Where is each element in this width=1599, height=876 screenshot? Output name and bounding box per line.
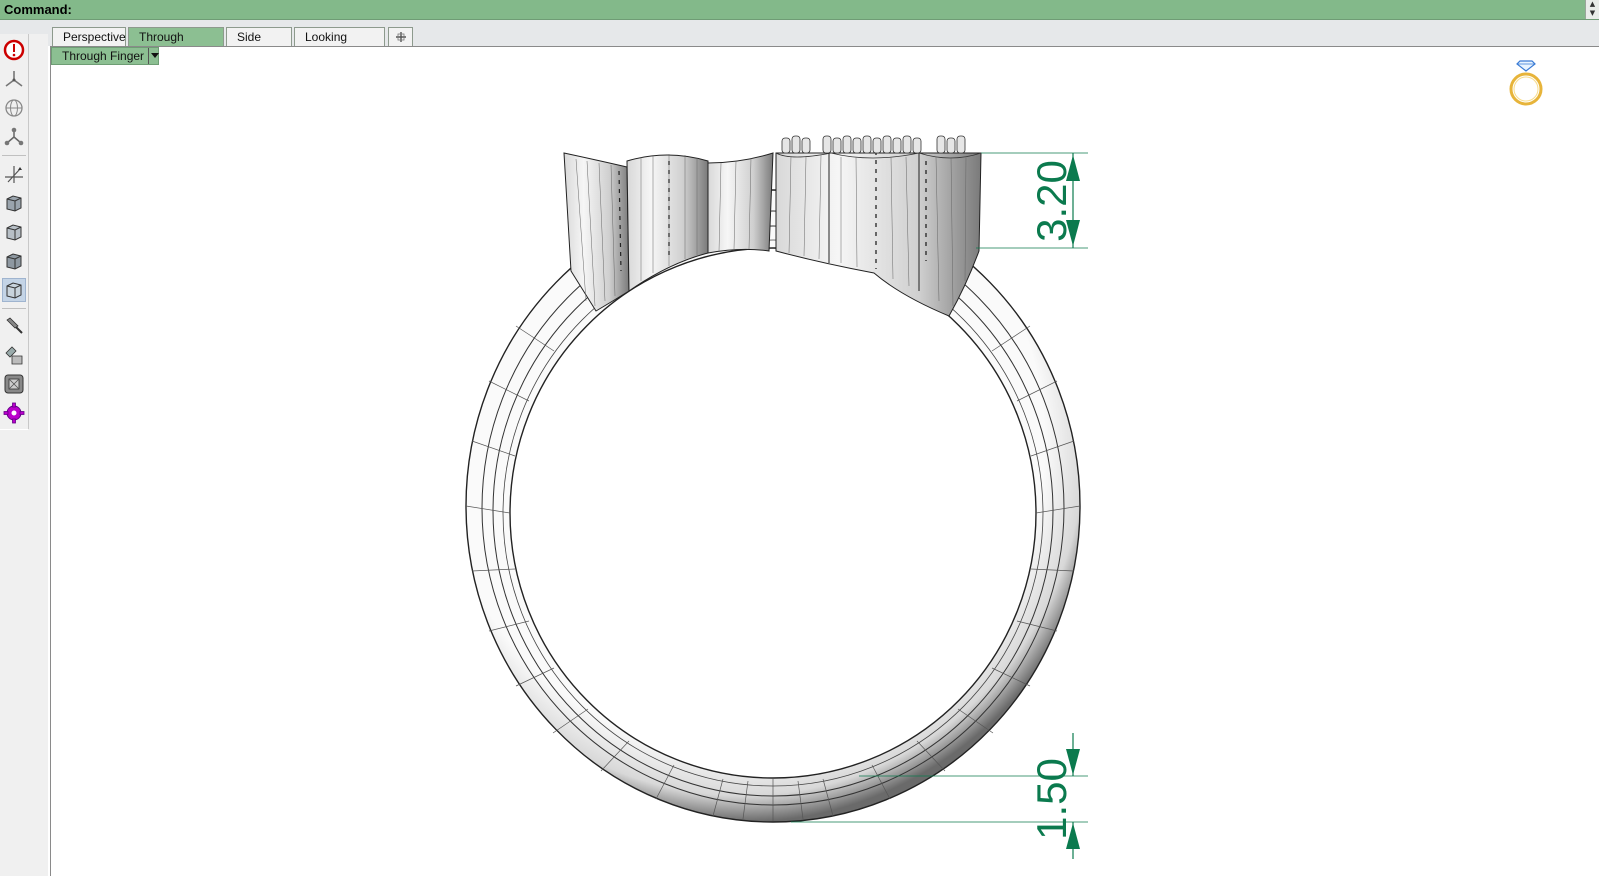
node-graph-icon [4,127,24,146]
info-tool-button[interactable] [2,38,26,62]
dimension-label-bottom: 1.50 [1028,758,1075,840]
transform-tool-button[interactable] [2,162,26,186]
cube-view-1-icon [6,195,22,212]
viewport-through-finger[interactable]: 3.20 1.50 Through Finger [50,46,1599,876]
frame-tool-button[interactable] [2,372,26,396]
left-setting [563,152,774,312]
command-bar[interactable]: Command: ▲ ▼ [0,0,1599,20]
cube-view-2-icon [6,224,22,241]
shape-edit-tool-button[interactable] [2,343,26,367]
command-label: Command: [4,2,72,17]
viewport-title-button[interactable]: Through Finger [51,47,159,65]
tab-side-view[interactable]: Side View [226,27,292,62]
viewport-menu-button[interactable] [148,48,160,64]
ring-logo-icon [1509,60,1543,106]
axes-tool-button[interactable] [2,67,26,91]
tab-label: Perspective [63,30,126,44]
cube-view-1-button[interactable] [2,191,26,215]
ring-render: 3.20 1.50 [465,135,1088,859]
paint-tool-button[interactable] [2,314,26,338]
left-toolbar [0,34,29,429]
shape-edit-icon [5,346,23,365]
left-gutter [0,430,48,876]
gear-plugin-icon [3,402,25,424]
transform-axes-icon [5,166,23,183]
cube-view-3-icon [6,253,22,270]
node-graph-tool-button[interactable] [2,125,26,149]
toolbar-separator [2,308,26,309]
cube-view-4-icon [6,282,22,299]
axes-icon [5,71,23,87]
tab-through-finger[interactable]: Through Finger [128,27,224,62]
dimension-label-top: 3.20 [1028,160,1075,242]
tab-looking-down[interactable]: Looking Down [294,27,385,62]
cube-view-2-button[interactable] [2,220,26,244]
ring-band [465,189,1081,823]
plus-icon [395,32,406,42]
toolbar-separator [2,155,26,156]
stones [781,135,966,154]
cube-view-4-button[interactable] [2,278,26,302]
viewport-title: Through Finger [62,49,145,63]
command-scroll-arrows[interactable]: ▲ ▼ [1585,0,1599,19]
right-setting [775,135,982,317]
plugin-tool-button[interactable] [2,401,26,425]
viewport-tab-strip: Perspective Through Finger Side View Loo… [0,20,1599,62]
frame-icon [4,374,24,394]
globe-tool-button[interactable] [2,96,26,120]
paint-brush-icon [6,317,23,334]
add-tab-button[interactable] [388,27,413,46]
info-icon [3,39,25,61]
chevron-down-icon [150,53,159,58]
tab-perspective[interactable]: Perspective [52,27,126,46]
globe-icon [5,99,23,117]
cube-view-3-button[interactable] [2,249,26,273]
